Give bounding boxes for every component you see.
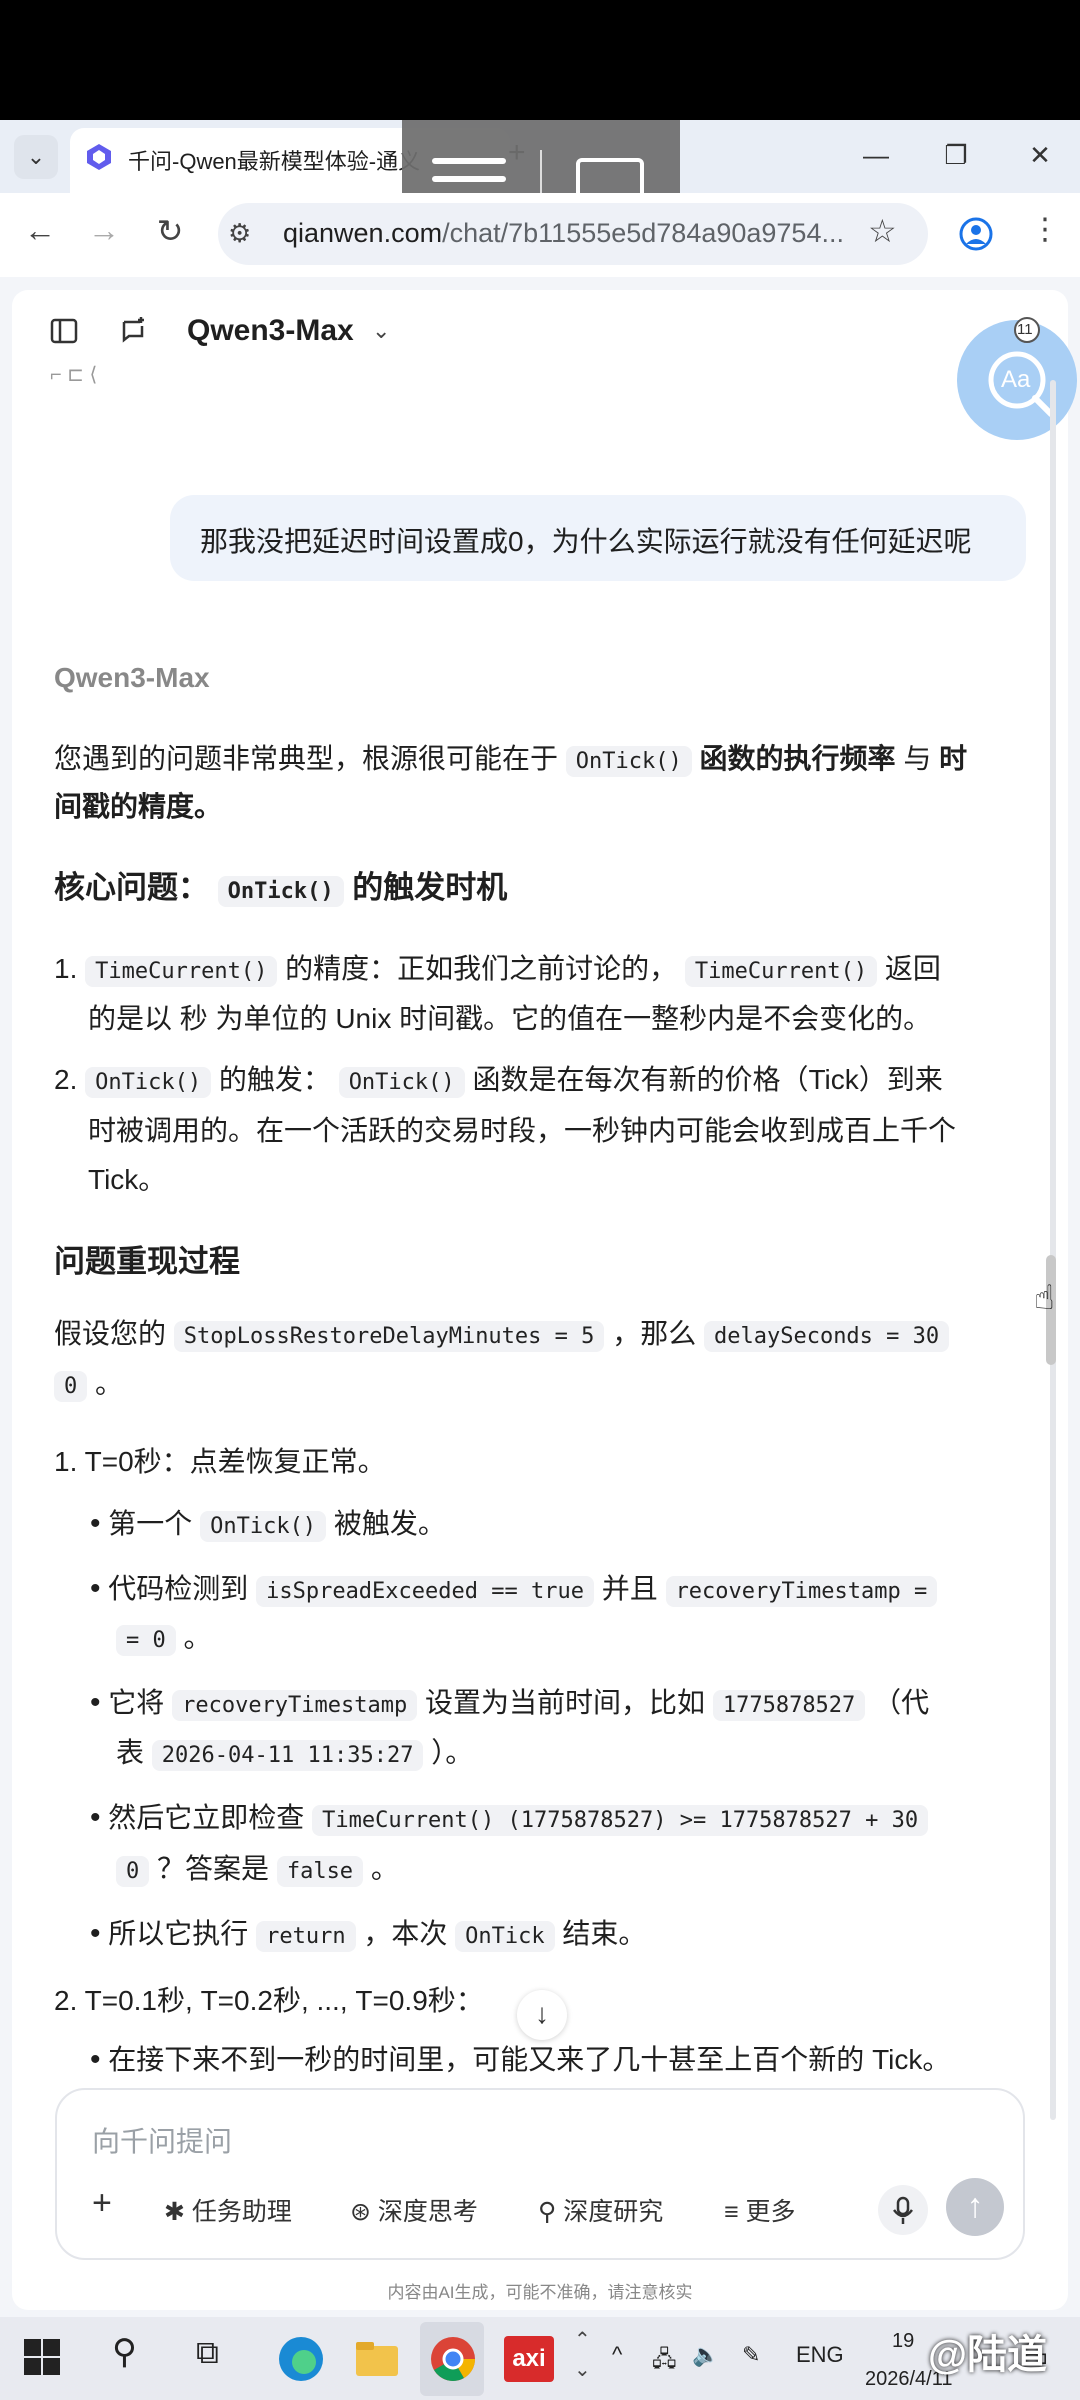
heading-repro: 问题重现过程 (54, 1244, 240, 1279)
sidebar-toggle-icon[interactable] (44, 310, 84, 350)
chevron-down-icon[interactable]: ⌄ (372, 318, 390, 344)
more-lines-icon: ≡ (724, 2198, 746, 2226)
windows-start-icon[interactable] (22, 2337, 62, 2377)
tray-overflow-icon[interactable]: ^ (612, 2342, 622, 2368)
badge-label: Aa (1001, 366, 1031, 393)
ai-disclaimer: 内容由AI生成，可能不准确，请注意核实 (387, 2283, 693, 2302)
tool-deep-research[interactable]: ⚲ 深度研究 (538, 2192, 663, 2228)
hand-cursor-icon: ☝ (1034, 1279, 1055, 1317)
task-view-icon[interactable]: ⧉ (196, 2334, 219, 2372)
chat-input-box[interactable] (55, 2088, 1025, 2260)
menu-icon-line (432, 176, 506, 182)
bullet-item: • 在接下来不到一秒的时间里，可能又来了几十甚至上百个新的 Tick。 (90, 2043, 951, 2076)
forward-arrow-icon[interactable]: → (82, 212, 126, 249)
menu-icon[interactable] (432, 158, 506, 164)
add-attachment-icon[interactable]: + (92, 2184, 112, 2223)
qwen-favicon-icon (87, 144, 111, 170)
tool-more[interactable]: ≡ 更多 (724, 2192, 796, 2228)
site-settings-icon[interactable]: ⚙ (228, 218, 251, 249)
intro-line-1: 您遇到的问题非常典型，根源很可能在于 OnTick() 函数的执行频率 与 时 (54, 735, 967, 786)
inline-code: OnTick() (565, 746, 692, 777)
file-explorer-icon[interactable] (352, 2334, 402, 2384)
scroll-down-button[interactable]: ↓ (517, 1990, 567, 2040)
input-language[interactable]: ENG (796, 2342, 844, 2368)
taskbar-scroll-arrows[interactable]: ⌃ ⌄ (574, 2325, 591, 2385)
bullet-item: • 代码检测到 isSpreadExceeded == true 并且 reco… (90, 1565, 938, 1616)
chrome-browser-icon[interactable] (428, 2334, 478, 2384)
watermark: @陆道 (928, 2333, 1048, 2377)
reload-icon[interactable]: ↻ (148, 212, 192, 250)
tool-task-assistant[interactable]: ✱ 任务助理 (164, 2192, 292, 2228)
user-message-text: 那我没把延迟时间设置成0，为什么实际运行就没有任何延迟呢 (200, 526, 972, 557)
new-chat-icon[interactable] (114, 310, 154, 350)
bullet-item-cont: = 0 。 (116, 1614, 212, 1665)
top-black-bar (0, 0, 1080, 120)
assistant-name: Qwen3-Max (54, 662, 210, 693)
asterisk-icon: ✱ (164, 2198, 192, 2226)
chat-input-placeholder[interactable]: 向千问提问 (92, 2120, 232, 2160)
axi-app-icon[interactable]: axi (504, 2336, 554, 2382)
research-icon: ⚲ (538, 2198, 564, 2226)
bullet-item: • 第一个 OnTick() 被触发。 (90, 1507, 446, 1542)
chevron-down-icon: ⌄ (26, 144, 46, 169)
tool-deep-thinking[interactable]: ⊛ 深度思考 (350, 2192, 478, 2228)
page-scrollbar-track (1050, 380, 1056, 2120)
list-item-cont: 时被调用的。在一个活跃的交易时段，一秒钟内可能会收到成百上千个 (88, 1115, 957, 1146)
tab-search-button[interactable]: ⌄ (14, 135, 58, 179)
intro-line-2: 间戳的精度。 (54, 791, 223, 822)
edge-browser-icon[interactable] (276, 2334, 326, 2384)
heading-core-problem: 核心问题： OnTick() 的触发时机 (54, 870, 508, 907)
pen-icon[interactable]: ✎ (742, 2342, 760, 2368)
assume-line-2: 0 。 (54, 1360, 123, 1411)
list-item-cont: Tick。 (88, 1164, 167, 1195)
back-arrow-icon[interactable]: ← (18, 212, 62, 249)
volume-icon[interactable]: 🔈 (692, 2342, 719, 2368)
step-title: 2. T=0.1秒, T=0.2秒, ..., T=0.9秒： (54, 1985, 484, 2016)
list-item: 2. OnTick() 的触发： OnTick() 函数是在每次有新的价格（Ti… (54, 1056, 943, 1107)
url-text[interactable]: qianwen.com/chat/7b11555e5d784a90a9754..… (283, 218, 853, 249)
restore-button[interactable]: ❐ (936, 140, 976, 171)
assume-line: 假设您的 StopLossRestoreDelayMinutes = 5 ，那么… (54, 1310, 950, 1361)
clock-time[interactable]: 19 (892, 2330, 914, 2353)
close-window-button[interactable]: ✕ (1020, 140, 1060, 171)
microphone-icon (893, 2196, 913, 2224)
inline-code: OnTick() (217, 876, 344, 907)
network-icon[interactable]: 🖧 (652, 2342, 677, 2380)
list-item-cont: 的是以 秒 为单位的 Unix 时间戳。它的值在一整秒内是不会变化的。 (88, 1003, 932, 1034)
more-menu-icon[interactable]: ⋮ (1030, 212, 1060, 247)
bullet-item: • 然后它立即检查 TimeCurrent() (1775878527) >= … (90, 1794, 929, 1845)
message-actions-icon[interactable]: ⌐ ⊏ ⟨ (50, 362, 97, 387)
send-button[interactable]: ↑ (946, 2178, 1004, 2236)
bullet-item-cont: 表 2026-04-11 11:35:27 ）。 (116, 1729, 473, 1780)
bookmark-star-icon[interactable]: ☆ (868, 212, 897, 250)
bullet-item-cont: 0 ？答案是 false 。 (116, 1845, 399, 1896)
list-item: 1. TimeCurrent() 的精度：正如我们之前讨论的， TimeCurr… (54, 945, 941, 996)
badge-count: 11 (1017, 321, 1033, 338)
step-title: 1. T=0秒：点差恢复正常。 (54, 1446, 386, 1477)
tab-title: 千问-Qwen最新模型体验-通义 (128, 149, 421, 174)
thinking-icon: ⊛ (350, 2198, 378, 2226)
search-icon[interactable]: ⚲ (112, 2332, 137, 2372)
bullet-item: • 所以它执行 return ，本次 OnTick 结束。 (90, 1917, 647, 1952)
minimize-button[interactable]: — (856, 140, 896, 171)
bullet-item: • 它将 recoveryTimestamp 设置为当前时间，比如 177587… (90, 1686, 930, 1721)
profile-icon[interactable] (958, 216, 994, 252)
model-selector[interactable]: Qwen3-Max (187, 314, 354, 348)
